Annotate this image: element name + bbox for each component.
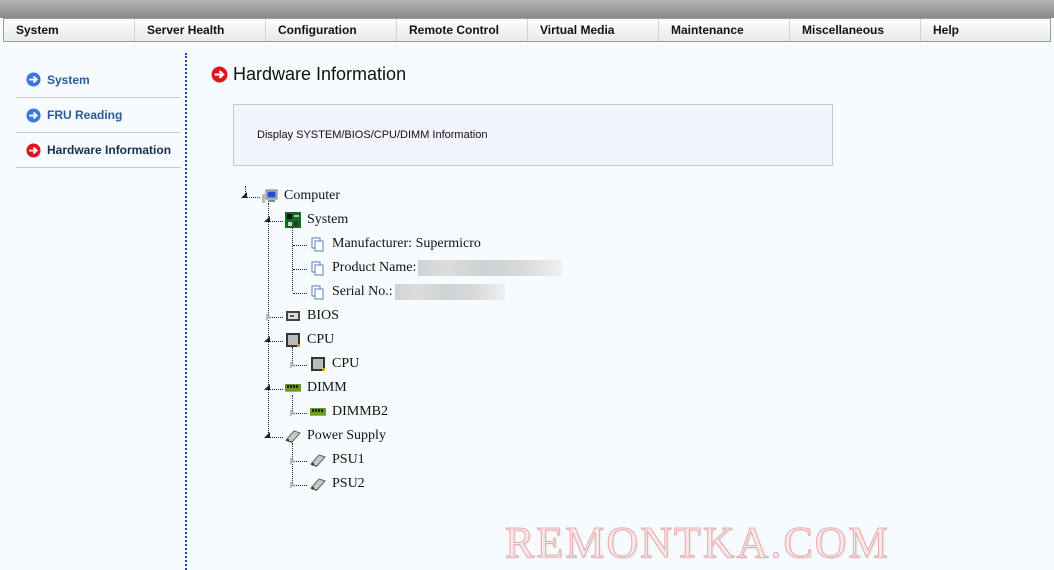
tree-line (293, 461, 307, 462)
sidebar-divider (185, 53, 187, 570)
menu-system[interactable]: System (4, 19, 135, 41)
cpu-chip-icon (311, 357, 325, 371)
document-copy-icon (311, 285, 324, 300)
menu-server-health[interactable]: Server Health (135, 19, 266, 41)
node-label: DIMM (307, 380, 347, 395)
menu-help[interactable]: Help (921, 19, 1050, 41)
tree-line (292, 227, 293, 291)
node-label: Product Name: (332, 260, 417, 275)
sidebar-item-label: System (47, 72, 90, 87)
document-copy-icon (311, 237, 324, 252)
menu-configuration[interactable]: Configuration (266, 19, 397, 41)
page-title-text: Hardware Information (233, 64, 407, 84)
description-text: Display SYSTEM/BIOS/CPU/DIMM Information (257, 129, 488, 141)
power-supply-icon (310, 454, 326, 467)
menu-miscellaneous[interactable]: Miscellaneous (790, 19, 921, 41)
arrow-right-circle-icon (211, 66, 228, 83)
tree-line (293, 293, 307, 294)
tree-line (269, 317, 283, 318)
motherboard-icon (285, 212, 301, 228)
tree-node-cpu[interactable]: CPU (310, 355, 359, 373)
redacted-value (394, 284, 505, 300)
menu-remote-control[interactable]: Remote Control (397, 19, 528, 41)
tree-node-psu2[interactable]: PSU2 (310, 475, 365, 493)
menu-maintenance[interactable]: Maintenance (659, 19, 790, 41)
tree-line (293, 245, 307, 246)
tree-line (269, 389, 283, 390)
top-banner (0, 0, 1054, 18)
tree-node-system[interactable]: System (285, 211, 348, 229)
node-label: Manufacturer: Supermicro (332, 236, 481, 251)
sidebar: System FRU Reading Hardware Information (16, 62, 181, 168)
tree-node-power-supply[interactable]: Power Supply (285, 427, 386, 445)
node-label: CPU (307, 332, 335, 347)
tree-line (269, 221, 283, 222)
expand-toggle[interactable] (290, 409, 295, 417)
collapse-toggle[interactable] (264, 432, 270, 438)
cpu-chip-icon (286, 333, 300, 347)
tree-node-dimm-group[interactable]: DIMM (285, 379, 347, 397)
tree-line (293, 365, 307, 366)
arrow-right-circle-icon (26, 72, 41, 87)
tree-node-serial-no[interactable]: Serial No.: (310, 283, 505, 301)
collapse-toggle[interactable] (241, 192, 247, 198)
tree-line (293, 269, 307, 270)
power-supply-icon (285, 430, 301, 443)
arrow-right-circle-icon (26, 142, 41, 158)
node-label: CPU (332, 356, 360, 371)
description-box: Display SYSTEM/BIOS/CPU/DIMM Information (233, 104, 833, 166)
expand-toggle[interactable] (290, 481, 295, 489)
sidebar-item-fru-reading[interactable]: FRU Reading (16, 98, 181, 133)
node-label: Serial No.: (332, 284, 393, 299)
tree-line (269, 341, 283, 342)
tree-node-psu1[interactable]: PSU1 (310, 451, 365, 469)
tree-line (269, 437, 283, 438)
tree-node-cpu-group[interactable]: CPU (285, 331, 334, 349)
node-label: System (307, 212, 349, 227)
arrow-right-circle-icon (26, 107, 41, 123)
node-label: PSU1 (332, 452, 365, 467)
sidebar-item-label: FRU Reading (47, 108, 123, 122)
tree-node-computer[interactable]: Computer (262, 187, 340, 205)
tree-line (246, 197, 260, 198)
sidebar-item-label: Hardware Information (47, 143, 172, 157)
bios-chip-icon (286, 311, 300, 321)
collapse-toggle[interactable] (264, 336, 270, 342)
collapse-toggle[interactable] (264, 384, 270, 390)
expand-toggle[interactable] (290, 361, 295, 369)
redacted-value (418, 260, 563, 276)
expand-toggle[interactable] (290, 457, 295, 465)
page-title: Hardware Information (211, 64, 406, 85)
node-label: Power Supply (307, 428, 386, 443)
tree-line (293, 485, 307, 486)
memory-module-icon (285, 384, 301, 392)
tree-node-product-name[interactable]: Product Name: (310, 259, 563, 277)
computer-icon (262, 189, 278, 203)
tree-line (293, 413, 307, 414)
menu-virtual-media[interactable]: Virtual Media (528, 19, 659, 41)
power-supply-icon (310, 478, 326, 491)
node-label: PSU2 (332, 476, 365, 491)
tree-node-dimm[interactable]: DIMMB2 (310, 403, 388, 421)
node-label: BIOS (307, 308, 339, 323)
node-label: DIMMB2 (332, 404, 389, 419)
tree-node-manufacturer[interactable]: Manufacturer: Supermicro (310, 235, 481, 253)
collapse-toggle[interactable] (264, 216, 270, 222)
main-menu: System Server Health Configuration Remot… (3, 18, 1051, 42)
document-copy-icon (311, 261, 324, 276)
tree-node-bios[interactable]: BIOS (285, 307, 339, 325)
node-label: Computer (284, 188, 340, 203)
sidebar-item-hardware-information[interactable]: Hardware Information (16, 133, 181, 168)
watermark: REMONTKA.COM (505, 518, 890, 568)
sidebar-item-system[interactable]: System (16, 62, 181, 98)
memory-module-icon (310, 408, 326, 416)
expand-toggle[interactable] (266, 313, 271, 321)
